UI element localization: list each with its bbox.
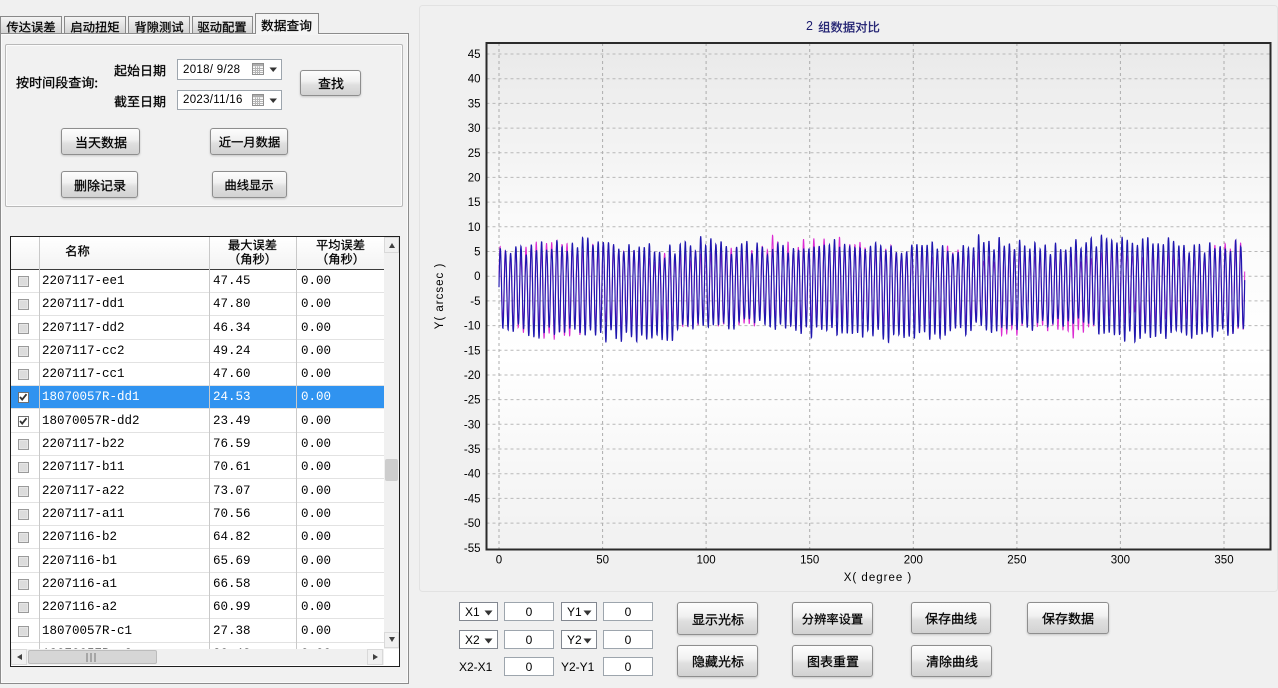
svg-text:40: 40 <box>468 74 481 86</box>
svg-text:15: 15 <box>468 197 481 209</box>
svg-text:250: 250 <box>1007 555 1026 567</box>
svg-text:150: 150 <box>800 555 819 567</box>
svg-text:-15: -15 <box>464 345 481 357</box>
svg-text:X( degree ): X( degree ) <box>844 572 913 584</box>
svg-text:300: 300 <box>1111 555 1130 567</box>
svg-text:25: 25 <box>468 148 481 160</box>
svg-text:-40: -40 <box>464 469 481 481</box>
svg-text:-5: -5 <box>470 296 480 308</box>
svg-text:-30: -30 <box>464 419 481 431</box>
svg-text:45: 45 <box>468 49 481 61</box>
svg-text:-55: -55 <box>464 543 481 555</box>
svg-text:-20: -20 <box>464 370 481 382</box>
svg-text:-25: -25 <box>464 395 481 407</box>
svg-text:100: 100 <box>697 555 716 567</box>
svg-text:-10: -10 <box>464 321 481 333</box>
svg-text:10: 10 <box>468 222 481 234</box>
svg-text:35: 35 <box>468 98 481 110</box>
svg-text:0: 0 <box>474 271 480 283</box>
svg-text:200: 200 <box>904 555 923 567</box>
svg-text:0: 0 <box>496 555 502 567</box>
svg-text:Y( arcsec ): Y( arcsec ) <box>434 263 446 330</box>
svg-text:-45: -45 <box>464 493 481 505</box>
svg-text:350: 350 <box>1214 555 1233 567</box>
svg-text:-35: -35 <box>464 444 481 456</box>
svg-text:20: 20 <box>468 172 481 184</box>
svg-text:-50: -50 <box>464 518 481 530</box>
svg-text:30: 30 <box>468 123 481 135</box>
svg-text:5: 5 <box>474 247 480 259</box>
svg-text:50: 50 <box>596 555 609 567</box>
